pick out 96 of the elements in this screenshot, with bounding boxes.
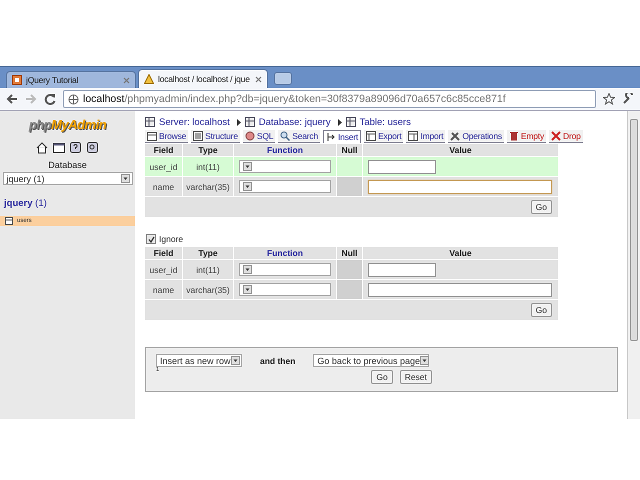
dot-icon — [244, 131, 255, 141]
database-select[interactable]: jquery (1) — [2, 172, 132, 185]
column-header: Type — [183, 247, 233, 259]
value-field[interactable] — [368, 160, 436, 174]
breadcrumb-link[interactable]: Table: users — [360, 116, 411, 128]
go-button[interactable]: Go — [371, 370, 393, 384]
function-select[interactable] — [239, 180, 331, 193]
table-cell: int(11) — [183, 157, 233, 176]
breadcrumb-link[interactable]: Database: jquery — [258, 116, 331, 128]
menu-tab[interactable]: Browse — [145, 130, 188, 143]
table-cell: int(11) — [183, 260, 233, 279]
caret-icon — [243, 162, 252, 171]
table-cell: name — [145, 177, 182, 196]
null-cell — [337, 177, 362, 196]
table-cell: user_id — [145, 157, 182, 176]
trash-icon — [508, 131, 519, 141]
menu-tab[interactable]: SQL — [242, 130, 276, 143]
menu-tab[interactable]: Structure — [191, 130, 240, 143]
table-icon — [147, 131, 157, 141]
database-link[interactable]: jquery (1) — [4, 198, 47, 209]
forward-icon[interactable] — [25, 93, 37, 105]
address-field[interactable]: localhost/phpmyadmin/index.php?db=jquery&token=30f8379a89096d70a657c6c85cce871f — [63, 90, 596, 108]
column-header: Function — [234, 247, 336, 259]
caret-icon — [420, 356, 429, 365]
column-header: Value — [363, 144, 558, 156]
close-icon — [123, 76, 130, 84]
menu-tab[interactable]: Operations — [448, 130, 504, 143]
list-icon — [193, 131, 204, 141]
sql-window-icon[interactable] — [53, 142, 65, 154]
column-header: Type — [183, 144, 233, 156]
function-select[interactable] — [239, 160, 331, 173]
query-window-icon[interactable] — [87, 142, 99, 154]
new-tab-button[interactable] — [274, 72, 292, 85]
home-icon[interactable] — [36, 142, 48, 154]
ignore-checkbox[interactable] — [146, 234, 156, 244]
function-select[interactable] — [239, 263, 331, 276]
cross-icon — [551, 131, 562, 141]
caret-icon — [243, 182, 252, 191]
after-select[interactable]: Go back to previous page — [313, 354, 430, 367]
browser-tab[interactable]: localhost / localhost / jque — [138, 69, 268, 88]
insert-icon — [326, 132, 336, 142]
null-cell — [337, 280, 362, 299]
check-icon — [148, 236, 154, 242]
function-select[interactable] — [239, 283, 331, 296]
menu-tab[interactable]: Empty — [506, 130, 546, 143]
menu-tab[interactable]: Import — [406, 130, 446, 143]
value-field[interactable] — [368, 262, 436, 276]
menu-tab[interactable]: Export — [364, 130, 404, 143]
ignore-label: Ignore — [159, 234, 184, 244]
warning-icon — [144, 74, 154, 84]
globe-icon — [68, 94, 79, 104]
close-icon — [255, 76, 262, 82]
table-cell: varchar(35) — [183, 280, 233, 299]
page-icon — [12, 75, 22, 85]
menu-tab[interactable]: Search — [278, 130, 320, 143]
table-icon — [5, 217, 13, 225]
browser-tab[interactable]: jQuery Tutorial — [6, 71, 136, 88]
database-icon — [244, 117, 255, 127]
table-icon — [408, 131, 418, 141]
go-button[interactable]: Go — [530, 303, 552, 317]
table-icon — [366, 131, 376, 141]
server-icon — [145, 117, 155, 127]
mode-select[interactable]: Insert as new row — [156, 354, 242, 367]
arrow-icon — [236, 118, 241, 126]
column-header: Field — [145, 247, 182, 259]
table-cell: varchar(35) — [183, 177, 233, 196]
reload-icon[interactable] — [44, 93, 56, 105]
caret-icon — [230, 356, 240, 365]
arrow-icon — [338, 118, 342, 126]
table-icon — [346, 117, 356, 127]
column-header: Field — [145, 144, 182, 156]
star-icon[interactable] — [603, 93, 615, 105]
caret-icon — [243, 285, 252, 294]
breadcrumb-link[interactable]: Server: localhost — [159, 116, 230, 128]
scrollbar[interactable] — [627, 111, 640, 419]
help-icon[interactable] — [70, 142, 82, 154]
column-header: Value — [363, 247, 558, 259]
database-label: Database — [48, 160, 87, 170]
table-cell: user_id — [145, 260, 182, 279]
column-header: Null — [337, 247, 362, 259]
caret-icon — [243, 265, 252, 274]
value-field[interactable] — [368, 282, 552, 296]
reset-button[interactable]: Reset — [400, 370, 432, 384]
column-header: Function — [234, 144, 336, 156]
and-then-label: and then — [260, 356, 296, 366]
menu-tab[interactable]: Insert — [323, 130, 362, 143]
go-button[interactable]: Go — [530, 200, 552, 214]
column-header: Null — [337, 144, 362, 156]
search-icon — [280, 131, 290, 141]
null-cell — [337, 260, 362, 279]
caret-icon — [120, 174, 130, 183]
url-text: localhost/phpmyadmin/index.php?db=jquery&token=30f8379a89096d70a657c6c85cce871f — [83, 93, 506, 105]
menu-tab[interactable]: Drop — [549, 130, 583, 143]
table-cell: name — [145, 280, 182, 299]
value-field[interactable] — [368, 180, 552, 194]
back-icon[interactable] — [6, 93, 18, 105]
